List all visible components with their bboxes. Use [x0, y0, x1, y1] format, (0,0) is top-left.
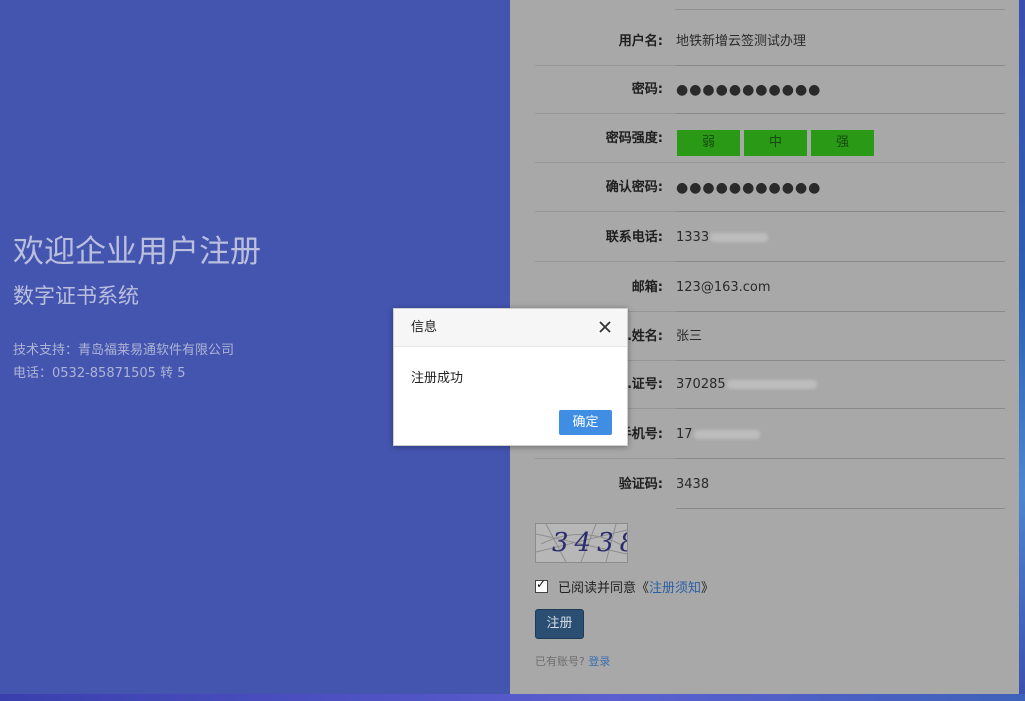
field-underline [676, 458, 1005, 459]
username-row: 用户名: 地铁新增云签测试办理 [535, 18, 1005, 66]
row-divider [535, 458, 676, 459]
strength-weak: 弱 [677, 130, 740, 156]
redacted-blur [693, 430, 760, 439]
contact-phone-input[interactable]: 1333 [676, 214, 769, 262]
email-input[interactable]: 123@163.com [676, 264, 771, 312]
confirm-password-row: 确认密码: ●●●●●●●●●●● [535, 164, 1005, 212]
system-name: 数字证书系统 [13, 284, 139, 308]
row-divider [535, 211, 676, 212]
password-strength-label: 密码强度: [605, 131, 663, 146]
strength-medium: 中 [744, 130, 807, 156]
dialog-message: 注册成功 [411, 371, 464, 386]
confirm-password-label: 确认密码: [605, 180, 663, 195]
field-underline [676, 113, 1005, 114]
row-divider [535, 162, 1005, 163]
info-dialog: 信息 注册成功 确定 [393, 308, 628, 446]
field-underline [676, 408, 1005, 409]
redacted-blur [726, 380, 817, 389]
mobile-value: 17 [676, 427, 693, 442]
welcome-title: 欢迎企业用户注册 [13, 234, 261, 270]
contact-phone-label: 联系电话: [605, 230, 663, 245]
captcha-text: 3438 [552, 528, 627, 558]
password-label: 密码: [631, 82, 663, 97]
verification-code-input[interactable]: 3438 [676, 461, 709, 509]
agreement-checkbox[interactable] [535, 577, 548, 593]
confirm-password-input[interactable]: ●●●●●●●●●●● [676, 164, 821, 212]
redacted-blur [710, 233, 769, 242]
field-underline [676, 261, 1005, 262]
login-hint: 已有账号? 登录 [535, 653, 610, 669]
strength-strong: 强 [811, 130, 874, 156]
register-button[interactable]: 注册 [535, 609, 584, 639]
tech-support-text: 技术支持：青岛福莱易通软件有限公司 [13, 343, 235, 358]
close-icon[interactable] [598, 320, 612, 334]
mobile-input[interactable]: 17 [676, 411, 760, 459]
username-label: 用户名: [618, 34, 663, 49]
password-strength-row: 密码强度: 弱 中 强 [535, 115, 1005, 163]
captcha-image[interactable]: 3438 [535, 523, 628, 563]
confirm-button[interactable]: 确定 [559, 410, 612, 435]
dialog-title: 信息 [411, 320, 438, 335]
row-divider [535, 113, 676, 114]
password-input[interactable]: ●●●●●●●●●●● [676, 66, 821, 114]
field-underline [676, 211, 1005, 212]
agreement-row: 已阅读并同意《注册须知》 [535, 577, 714, 596]
field-underline [676, 508, 1005, 509]
username-input[interactable]: 地铁新增云签测试办理 [676, 18, 806, 66]
id-number-value: 370285 [676, 377, 726, 392]
desktop-edge-right [1019, 0, 1025, 701]
field-underline [675, 9, 1005, 10]
password-strength-meter: 弱 中 强 [677, 130, 874, 156]
email-row: 邮箱: 123@163.com [535, 264, 1005, 312]
desktop-edge-bottom [0, 694, 1025, 701]
contact-phone-value: 1333 [676, 230, 710, 245]
id-number-input[interactable]: 370285 [676, 361, 817, 409]
verification-code-row: 验证码: 3438 [535, 461, 1005, 509]
login-prefix: 已有账号? [535, 655, 589, 668]
agreement-text: 已阅读并同意《注册须知》 [558, 577, 714, 596]
field-underline [676, 311, 1005, 312]
agreement-suffix: 》 [701, 581, 715, 596]
name-input[interactable]: 张三 [676, 313, 702, 361]
row-divider [535, 261, 676, 262]
dialog-header: 信息 [394, 309, 627, 347]
registration-notice-link[interactable]: 注册须知 [649, 581, 701, 596]
login-link[interactable]: 登录 [588, 655, 610, 668]
agreement-prefix: 已阅读并同意《 [558, 581, 650, 596]
support-phone-text: 电话：0532-85871505 转 5 [13, 366, 186, 381]
email-label: 邮箱: [631, 280, 663, 295]
password-row: 密码: ●●●●●●●●●●● [535, 66, 1005, 114]
verification-code-label: 验证码: [618, 477, 663, 492]
contact-phone-row: 联系电话: 1333 [535, 214, 1005, 262]
